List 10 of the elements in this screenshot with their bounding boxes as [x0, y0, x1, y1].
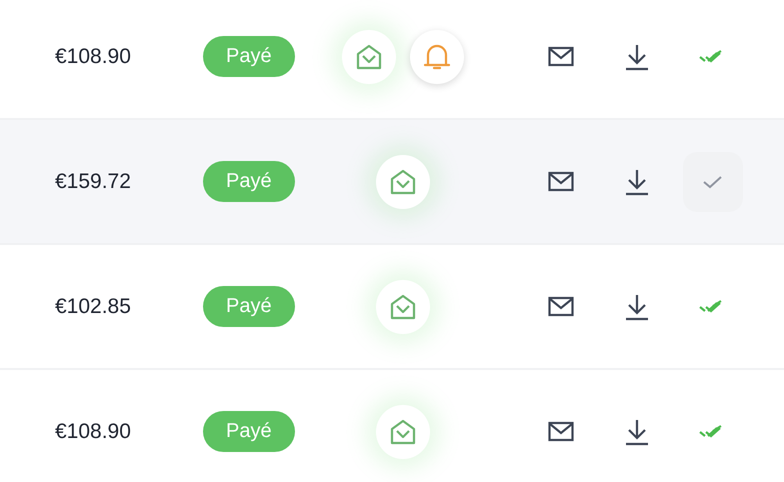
invoice-row[interactable]: €159.72 Payé — [0, 120, 784, 245]
amount-text: €159.72 — [54, 170, 132, 194]
status-badge: Payé — [203, 411, 295, 452]
check-button[interactable] — [683, 152, 743, 212]
amount-text: €108.90 — [54, 44, 132, 68]
status-badge: Payé — [203, 161, 295, 202]
status-badge: Payé — [203, 286, 295, 327]
amount-text: €102.85 — [54, 294, 132, 318]
amount-text: €108.90 — [54, 420, 132, 444]
status-badge: Payé — [203, 36, 295, 77]
